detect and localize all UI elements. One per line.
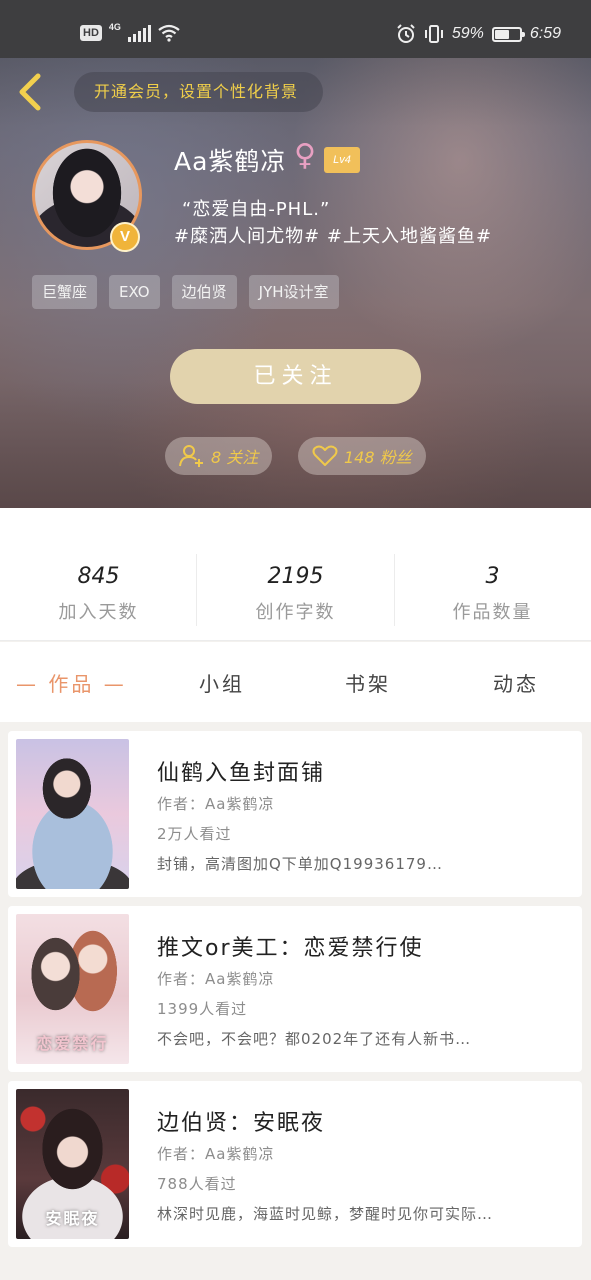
vibrate-icon (424, 25, 443, 43)
cover-title: 恋爱禁行 (36, 1034, 109, 1053)
stats-panel: 845 加入天数 2195 创作字数 3 作品数量 (0, 508, 591, 641)
stat-label: 作品数量 (452, 602, 533, 623)
work-card[interactable]: 恋爱禁行 推文or美工：恋爱禁行使 作者：Aa紫鹤凉 1399人看过 不会吧，不… (8, 906, 582, 1072)
work-title: 推文or美工：恋爱禁行使 (157, 936, 424, 961)
following-count: 8 关注 (211, 448, 259, 467)
work-card[interactable]: 仙鹤入鱼封面铺 作者：Aa紫鹤凉 2万人看过 封铺，高清图加Q下单加Q19936… (8, 731, 582, 897)
alarm-icon (397, 24, 415, 43)
work-cover[interactable]: 恋爱禁行 (16, 914, 129, 1064)
network-type: 4G (108, 22, 121, 32)
work-title: 仙鹤入鱼封面铺 (157, 761, 326, 786)
fans-button[interactable]: 148 粉丝 (298, 437, 426, 475)
wifi-icon (158, 24, 180, 42)
tag-list: 巨蟹座 EXO 边伯贤 JYH设计室 (32, 275, 339, 309)
battery-icon (491, 26, 525, 42)
stat-divider (394, 554, 395, 626)
tab-bookshelf[interactable]: 书架 (345, 668, 391, 697)
profile-header: HD 4G 59% 6:59 开通会员，设置个性化背景 V Aa紫鹤凉 ♀ Lv… (0, 0, 591, 508)
stat-word-count: 2195 创作字数 (197, 508, 394, 641)
work-cover[interactable] (16, 739, 129, 889)
work-author: 作者：Aa紫鹤凉 (157, 795, 275, 813)
female-gender-icon: ♀ (294, 138, 316, 173)
battery-level (494, 29, 510, 39)
work-description: 林深时见鹿，海蓝时见鲸，梦醒时见你可实际… (157, 1205, 494, 1223)
tag[interactable]: 边伯贤 (171, 275, 237, 309)
tab-groups[interactable]: 小组 (199, 668, 245, 697)
level-badge: Lv4 (324, 147, 360, 173)
tab-works[interactable]: — 作品 — (16, 668, 127, 697)
back-arrow-icon[interactable] (14, 72, 48, 112)
profile-tabs: — 作品 — 小组 书架 动态 (0, 642, 591, 722)
stat-label: 加入天数 (58, 602, 139, 623)
cover-title: 安眠夜 (45, 1209, 100, 1228)
work-views: 2万人看过 (157, 825, 232, 843)
work-author: 作者：Aa紫鹤凉 (157, 970, 275, 988)
follow-button[interactable]: 已关注 (170, 349, 421, 404)
work-card[interactable]: 安眠夜 边伯贤：安眠夜 作者：Aa紫鹤凉 788人看过 林深时见鹿，海蓝时见鲸，… (8, 1081, 582, 1247)
stat-value: 2195 (267, 564, 324, 589)
heart-icon (312, 445, 338, 466)
signal-icon (127, 24, 151, 42)
work-author: 作者：Aa紫鹤凉 (157, 1145, 275, 1163)
user-add-icon (179, 445, 203, 467)
signature-line-1: “恋爱自由-PHL.” (182, 199, 331, 220)
battery-percent: 59% (451, 25, 484, 42)
following-button[interactable]: 8 关注 (165, 437, 273, 475)
verified-badge: V (110, 222, 140, 252)
stat-label: 创作字数 (255, 602, 336, 623)
status-bar: HD 4G 59% 6:59 (0, 0, 591, 58)
work-views: 1399人看过 (157, 1000, 248, 1018)
hd-indicator: HD (80, 25, 102, 41)
clock: 6:59 (529, 25, 561, 42)
tag[interactable]: 巨蟹座 (32, 275, 98, 309)
stat-works-count: 3 作品数量 (394, 508, 591, 641)
stat-value: 845 (77, 564, 120, 589)
stat-join-days: 845 加入天数 (0, 508, 197, 641)
work-description: 不会吧，不会吧？都0202年了还有人新书… (157, 1030, 472, 1048)
work-description: 封铺，高清图加Q下单加Q19936179… (157, 855, 443, 873)
stat-divider (196, 554, 197, 626)
fans-count: 148 粉丝 (344, 448, 412, 467)
work-views: 788人看过 (157, 1175, 237, 1193)
work-cover[interactable]: 安眠夜 (16, 1089, 129, 1239)
signature-line-2: #糜洒人间尤物# #上天入地酱酱鱼# (174, 226, 493, 247)
work-title: 边伯贤：安眠夜 (157, 1111, 326, 1136)
tab-activity[interactable]: 动态 (493, 668, 539, 697)
vip-background-prompt[interactable]: 开通会员，设置个性化背景 (74, 72, 323, 112)
tag[interactable]: EXO (109, 275, 160, 309)
tag[interactable]: JYH设计室 (248, 275, 339, 309)
username: Aa紫鹤凉 (174, 147, 287, 176)
stat-value: 3 (485, 564, 500, 589)
